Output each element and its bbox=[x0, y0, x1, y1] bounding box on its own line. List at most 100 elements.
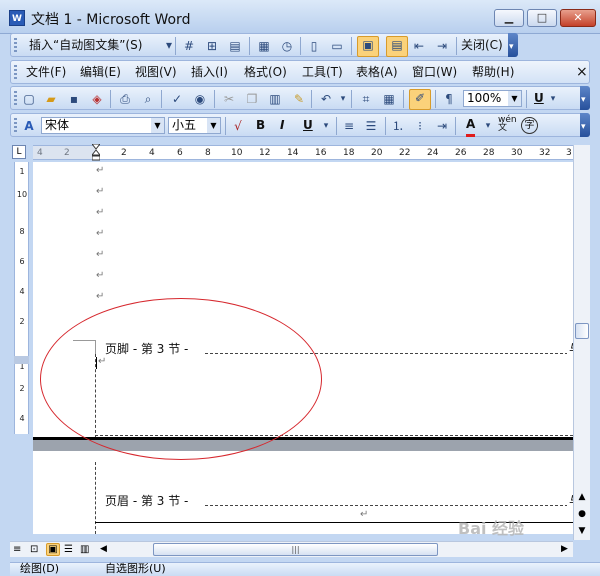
window-title: 文档 1 - Microsoft Word bbox=[31, 12, 191, 28]
drawing-icon[interactable]: ✐ bbox=[409, 89, 431, 110]
ruler-tick: 20 bbox=[371, 148, 383, 158]
zoom-dropdown-arrow-icon[interactable]: ▼ bbox=[508, 91, 521, 106]
print-icon[interactable]: ⎙ bbox=[117, 91, 133, 107]
permission-icon[interactable]: ◈ bbox=[89, 91, 105, 107]
menu-file[interactable]: 文件(F) bbox=[26, 64, 66, 81]
font-color-button[interactable]: A bbox=[466, 117, 476, 137]
bullets-icon[interactable]: ⁝ bbox=[412, 118, 428, 134]
next-page-icon[interactable]: ▼ bbox=[575, 526, 589, 538]
show-previous-icon[interactable]: ⇤ bbox=[411, 38, 427, 54]
scroll-left-icon[interactable]: ◀ bbox=[100, 544, 107, 554]
reading-layout-view-icon[interactable]: ▥ bbox=[80, 544, 89, 555]
font-dropdown-arrow-icon[interactable]: ▼ bbox=[151, 118, 164, 133]
web-layout-view-icon[interactable]: ⊡ bbox=[30, 544, 38, 555]
paste-icon[interactable]: ▥ bbox=[267, 91, 283, 107]
vertical-scrollbar[interactable] bbox=[573, 145, 590, 540]
enclose-characters-button[interactable]: 字 bbox=[521, 117, 538, 134]
toolbar-options-icon[interactable] bbox=[580, 113, 590, 137]
insert-page-count-icon[interactable]: ⊞ bbox=[204, 38, 220, 54]
close-document-button[interactable]: × bbox=[576, 64, 588, 81]
italic-button[interactable]: I bbox=[280, 117, 284, 134]
toolbar-grip[interactable] bbox=[14, 38, 17, 53]
vertical-ruler[interactable]: 1 10 8 6 4 2 1 2 4 bbox=[14, 162, 29, 434]
outline-view-icon[interactable]: ☰ bbox=[64, 544, 73, 555]
phonetic-guide-button[interactable]: wén 文 bbox=[498, 116, 517, 133]
horizontal-scroll-thumb[interactable]: ||| bbox=[153, 543, 438, 556]
autoshapes-menu[interactable]: 自选图形(U) bbox=[105, 563, 166, 575]
insert-hyperlink-icon[interactable]: ⌗ bbox=[358, 91, 374, 107]
tab-selector-button[interactable]: L bbox=[12, 145, 26, 159]
insert-time-icon[interactable]: ◷ bbox=[279, 38, 295, 54]
font-size-dropdown-arrow-icon[interactable]: ▼ bbox=[207, 118, 220, 133]
toolbar-options-icon[interactable] bbox=[508, 33, 518, 57]
formatting-toolbar: A 宋体 ▼ 小五 ▼ √ B I U ▾ ≡ ☰ ⒈ ⁝ ⇥ A ▾ wén … bbox=[10, 113, 590, 137]
increase-indent-icon[interactable]: ⇥ bbox=[434, 118, 450, 134]
insert-autotext-menu[interactable]: 插入“自动图文集”(S) bbox=[29, 37, 142, 54]
insert-date-icon[interactable]: ▦ bbox=[256, 38, 272, 54]
menu-format[interactable]: 格式(O) bbox=[244, 64, 287, 81]
paragraph-mark: ↵ bbox=[360, 509, 369, 520]
scroll-right-icon[interactable]: ▶ bbox=[561, 544, 568, 554]
menu-grip[interactable] bbox=[14, 65, 17, 80]
menu-insert[interactable]: 插入(I) bbox=[191, 64, 228, 81]
print-preview-icon[interactable]: ⌕ bbox=[140, 91, 156, 107]
horizontal-ruler[interactable]: 4 2 2 4 6 8 10 12 14 16 18 20 22 24 26 2… bbox=[33, 145, 573, 160]
copy-icon[interactable]: ❐ bbox=[244, 91, 260, 107]
underline-style-arrow-icon[interactable]: ▾ bbox=[318, 118, 334, 134]
show-hide-document-text-icon[interactable]: ▭ bbox=[329, 38, 345, 54]
font-name-dropdown[interactable]: 宋体 ▼ bbox=[41, 117, 165, 134]
link-to-previous-icon[interactable]: ▣ bbox=[357, 36, 379, 57]
zoom-dropdown[interactable]: 100% ▼ bbox=[463, 90, 522, 107]
standard-toolbar: ▢ ▰ ▪ ◈ ⎙ ⌕ ✓ ◉ ✂ ❐ ▥ ✎ ↶ ▾ ⌗ ▦ ✐ ¶ 100%… bbox=[10, 86, 590, 110]
toolbar-options-icon[interactable] bbox=[580, 86, 590, 110]
styles-formatting-icon[interactable]: A bbox=[21, 118, 37, 134]
save-icon[interactable]: ▪ bbox=[66, 91, 82, 107]
equation-icon[interactable]: √ bbox=[230, 118, 246, 134]
menu-edit[interactable]: 编辑(E) bbox=[80, 64, 121, 81]
menu-window[interactable]: 窗口(W) bbox=[412, 64, 457, 81]
vertical-scroll-thumb[interactable] bbox=[575, 323, 589, 339]
format-page-number-icon[interactable]: ▤ bbox=[227, 38, 243, 54]
insert-table-icon[interactable]: ▦ bbox=[381, 91, 397, 107]
toolbar-grip[interactable] bbox=[14, 91, 17, 106]
insert-page-number-icon[interactable]: # bbox=[181, 38, 197, 54]
menu-help[interactable]: 帮助(H) bbox=[472, 64, 514, 81]
cut-icon[interactable]: ✂ bbox=[221, 91, 237, 107]
toolbar-grip[interactable] bbox=[14, 118, 17, 133]
page-setup-icon[interactable]: ▯ bbox=[306, 38, 322, 54]
close-window-button[interactable]: ✕ bbox=[560, 9, 596, 27]
menu-view[interactable]: 视图(V) bbox=[135, 64, 177, 81]
indent-marker-icon[interactable] bbox=[90, 143, 102, 161]
minimize-button[interactable]: ▁ bbox=[494, 9, 524, 27]
show-hide-marks-icon[interactable]: ¶ bbox=[441, 91, 457, 107]
numbering-icon[interactable]: ⒈ bbox=[390, 118, 406, 134]
normal-view-icon[interactable]: ≡ bbox=[13, 544, 21, 555]
underline-dropdown-arrow-icon[interactable]: ▾ bbox=[545, 91, 561, 107]
maximize-button[interactable]: □ bbox=[527, 9, 557, 27]
close-header-footer-button[interactable]: 关闭(C) bbox=[461, 37, 503, 54]
word-app-icon[interactable]: W bbox=[9, 10, 25, 26]
align-justify-icon[interactable]: ≡ bbox=[341, 118, 357, 134]
spelling-grammar-icon[interactable]: ✓ bbox=[169, 91, 185, 107]
underline-format-button[interactable]: U bbox=[303, 117, 313, 134]
menu-table[interactable]: 表格(A) bbox=[356, 64, 398, 81]
font-size-dropdown[interactable]: 小五 ▼ bbox=[168, 117, 221, 134]
select-browse-object-icon[interactable]: ● bbox=[575, 509, 589, 521]
font-color-arrow-icon[interactable]: ▾ bbox=[480, 118, 496, 134]
ruler-tick: 26 bbox=[455, 148, 467, 158]
format-painter-icon[interactable]: ✎ bbox=[291, 91, 307, 107]
show-next-icon[interactable]: ⇥ bbox=[434, 38, 450, 54]
open-folder-icon[interactable]: ▰ bbox=[43, 91, 59, 107]
menu-tools[interactable]: 工具(T) bbox=[302, 64, 343, 81]
draw-menu[interactable]: 绘图(D) bbox=[20, 563, 59, 575]
print-layout-view-icon[interactable]: ▣ bbox=[46, 543, 60, 556]
previous-page-icon[interactable]: ▲ bbox=[575, 492, 589, 504]
bold-button[interactable]: B bbox=[256, 117, 265, 134]
new-document-icon[interactable]: ▢ bbox=[21, 91, 37, 107]
undo-dropdown-arrow-icon[interactable]: ▾ bbox=[335, 91, 351, 107]
switch-header-footer-icon[interactable]: ▤ bbox=[386, 36, 408, 57]
underline-button[interactable]: U bbox=[534, 90, 544, 107]
research-icon[interactable]: ◉ bbox=[192, 91, 208, 107]
distributed-align-icon[interactable]: ☰ bbox=[363, 118, 379, 134]
undo-icon[interactable]: ↶ bbox=[318, 91, 334, 107]
